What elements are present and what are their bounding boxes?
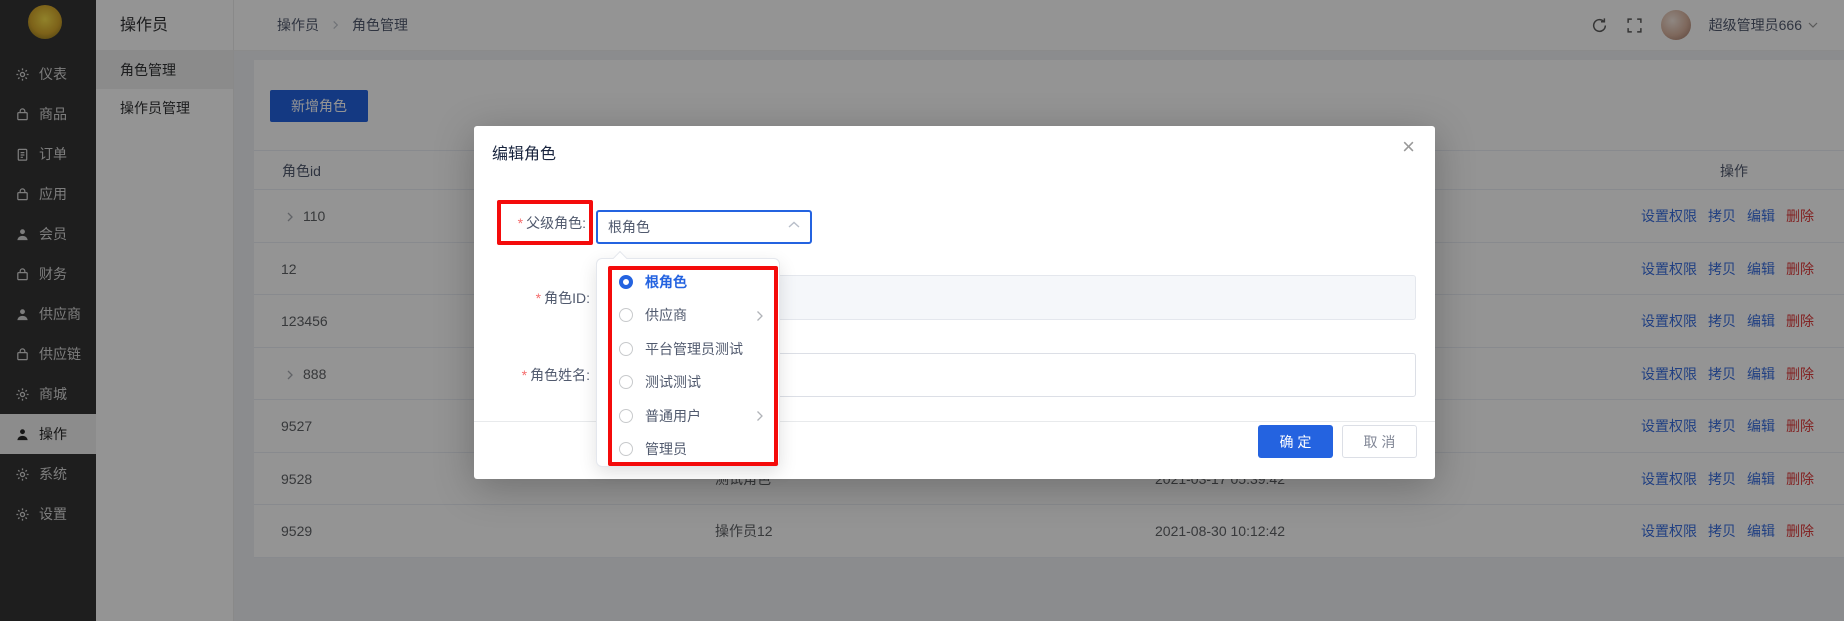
- chevron-right-icon[interactable]: [756, 410, 767, 421]
- modal-title: 编辑角色: [492, 140, 556, 164]
- role-name-label: * 角色姓名:: [474, 353, 590, 397]
- option-test-test[interactable]: 测试测试: [597, 366, 779, 400]
- parent-role-dropdown: 根角色 供应商 平台管理员测试 测试测试 普通用户 管理员: [596, 258, 780, 467]
- radio-icon[interactable]: [619, 409, 633, 423]
- option-supplier[interactable]: 供应商: [597, 299, 779, 333]
- radio-selected-icon[interactable]: [619, 275, 633, 289]
- option-normal-user[interactable]: 普通用户: [597, 399, 779, 433]
- app-window: 仪表 商品 订单 应用 会员 财务: [0, 0, 1844, 621]
- chevron-right-icon[interactable]: [756, 310, 767, 321]
- radio-icon[interactable]: [619, 308, 633, 322]
- required-mark: *: [522, 367, 527, 383]
- radio-icon[interactable]: [619, 442, 633, 456]
- cancel-button[interactable]: 取 消: [1342, 425, 1417, 458]
- required-mark: *: [518, 215, 523, 231]
- role-id-label: * 角色ID:: [474, 275, 590, 320]
- parent-role-select[interactable]: 根角色: [596, 210, 812, 244]
- parent-role-select-value: 根角色: [608, 217, 650, 237]
- confirm-button[interactable]: 确 定: [1258, 425, 1333, 458]
- option-platform-admin-test[interactable]: 平台管理员测试: [597, 332, 779, 366]
- radio-icon[interactable]: [619, 342, 633, 356]
- required-mark: *: [536, 290, 541, 306]
- annotation-box-parent-role-label: * 父级角色:: [497, 200, 593, 245]
- radio-icon[interactable]: [619, 375, 633, 389]
- chevron-up-icon: [788, 221, 800, 233]
- option-root-role[interactable]: 根角色: [597, 265, 779, 299]
- option-admin[interactable]: 管理员: [597, 433, 779, 467]
- parent-role-label: 父级角色:: [526, 213, 586, 233]
- close-icon[interactable]: ×: [1402, 136, 1415, 158]
